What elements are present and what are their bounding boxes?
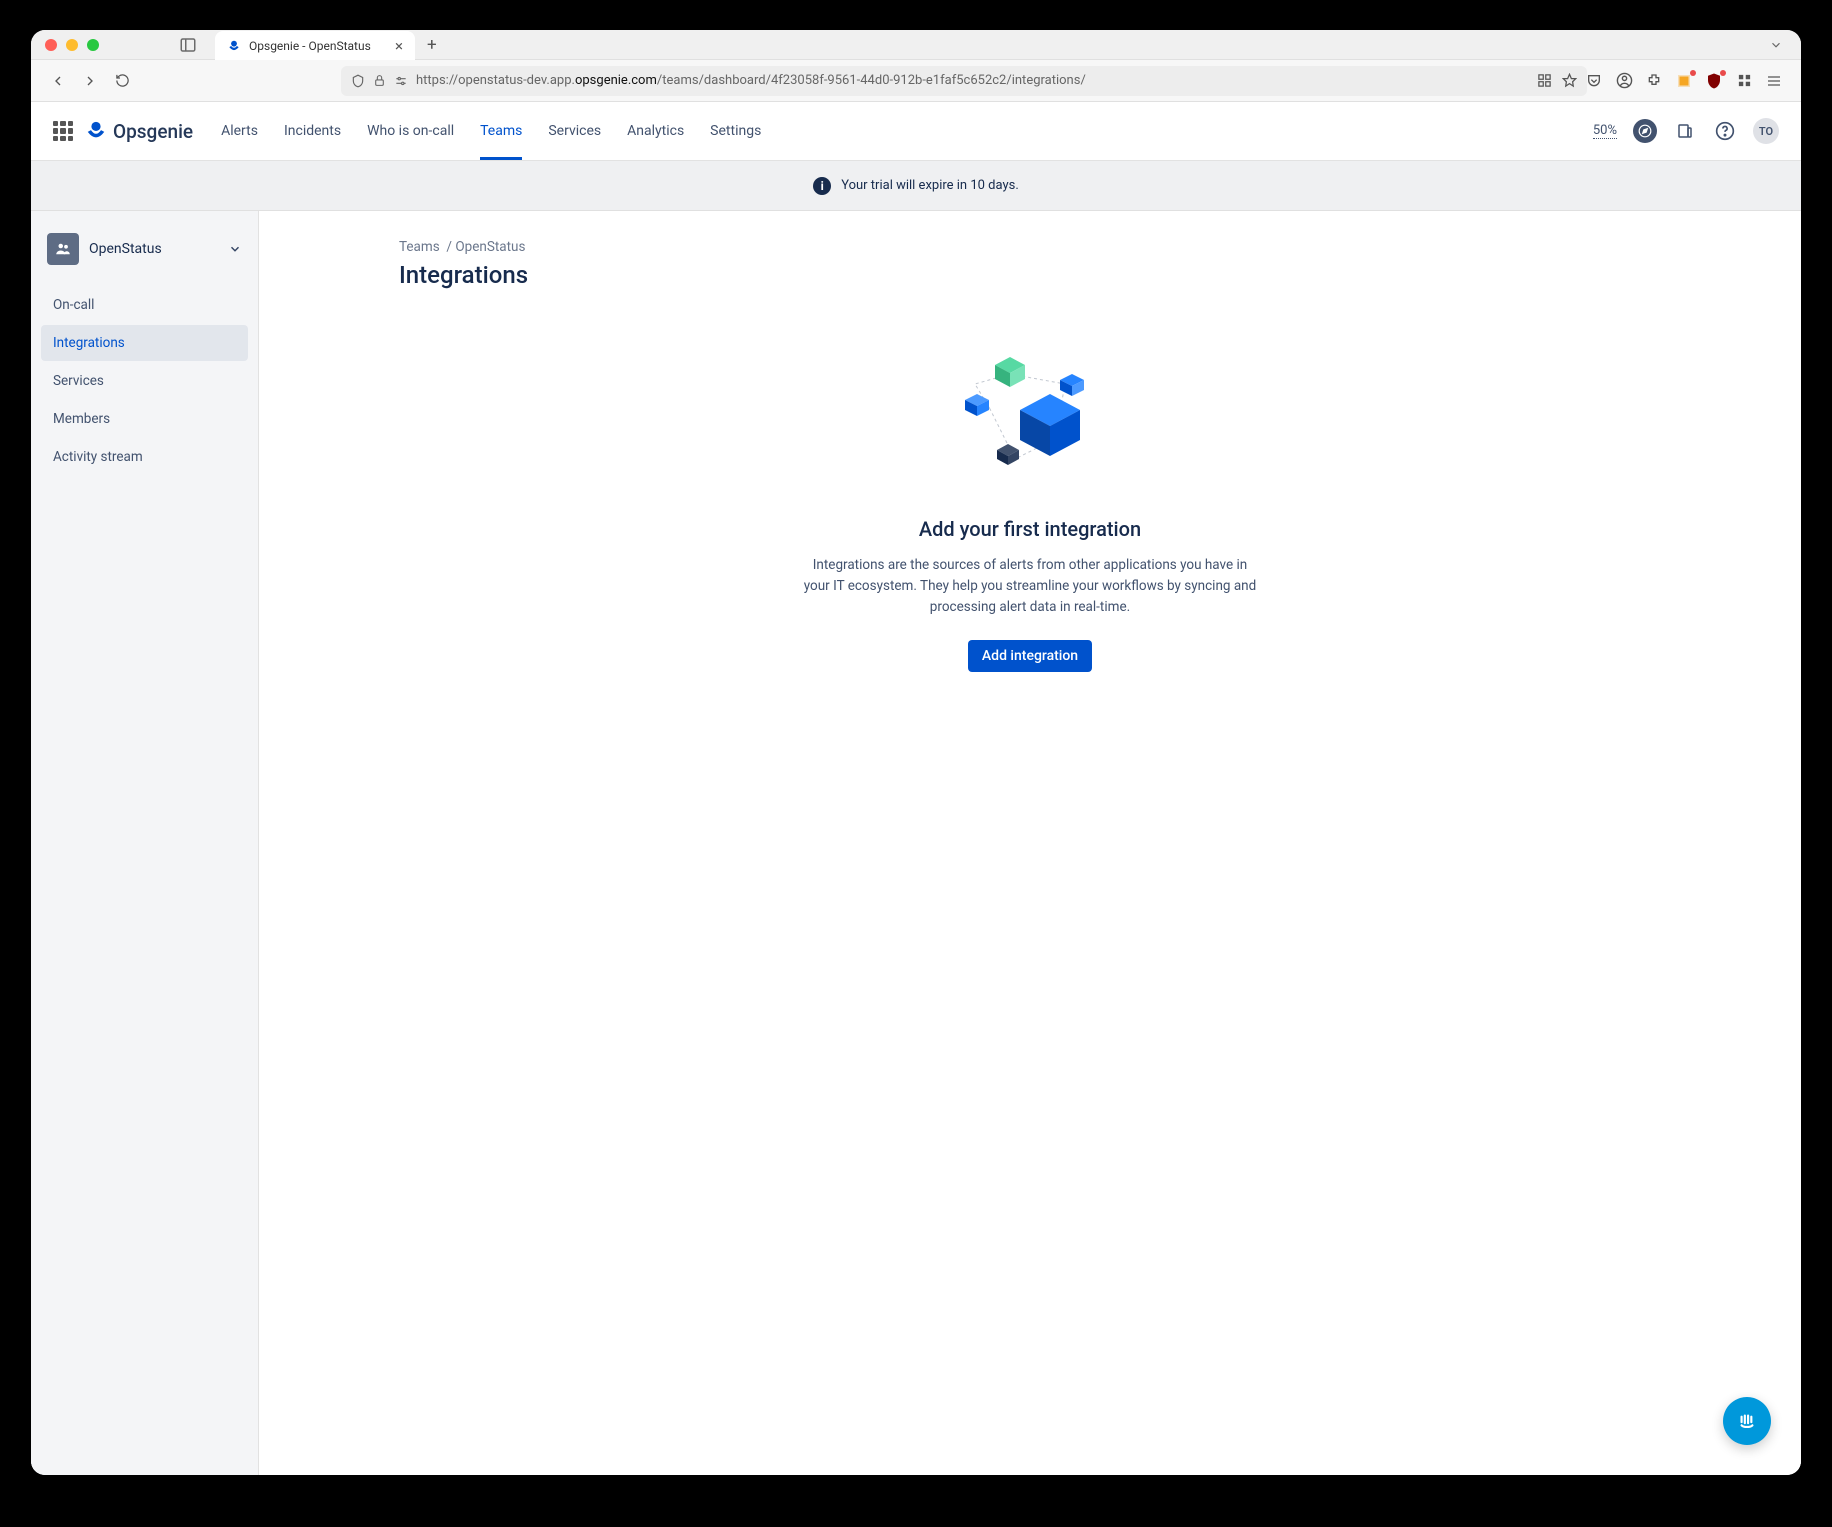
reload-button[interactable] <box>109 68 135 94</box>
team-switcher[interactable]: OpenStatus <box>41 227 248 271</box>
breadcrumb: Teams / OpenStatus <box>399 239 1661 255</box>
trial-banner: i Your trial will expire in 10 days. <box>31 161 1801 211</box>
apps-grid-icon[interactable] <box>1735 72 1753 90</box>
nav-incidents[interactable]: Incidents <box>284 102 341 160</box>
qr-icon[interactable] <box>1537 73 1552 88</box>
sidebar-services[interactable]: Services <box>41 363 248 399</box>
intercom-launcher[interactable] <box>1723 1397 1771 1445</box>
opsgenie-logo-icon <box>85 120 107 142</box>
user-avatar[interactable]: TO <box>1753 118 1779 144</box>
url-text: https://openstatus-dev.app.opsgenie.com/… <box>416 73 1086 88</box>
main-content: Teams / OpenStatus Integrations <box>259 211 1801 1475</box>
nav-who-is-on-call[interactable]: Who is on-call <box>367 102 454 160</box>
setup-progress[interactable]: 50% <box>1593 123 1617 139</box>
extensions-icon[interactable] <box>1645 72 1663 90</box>
nav-services[interactable]: Services <box>548 102 601 160</box>
opsgenie-logo[interactable]: Opsgenie <box>85 120 193 143</box>
close-tab-icon[interactable]: × <box>395 37 403 55</box>
top-nav: Alerts Incidents Who is on-call Teams Se… <box>221 102 761 160</box>
minimize-window-icon[interactable] <box>66 39 78 51</box>
forward-button[interactable] <box>77 68 103 94</box>
back-button[interactable] <box>45 68 71 94</box>
breadcrumb-team-name[interactable]: OpenStatus <box>455 239 525 255</box>
chevron-down-icon <box>228 242 242 256</box>
product-name: Opsgenie <box>113 120 193 143</box>
shield-icon <box>351 74 365 88</box>
extension-1-icon[interactable] <box>1675 72 1693 90</box>
nav-settings[interactable]: Settings <box>710 102 761 160</box>
integrations-illustration-icon <box>945 339 1115 489</box>
lock-icon <box>373 74 386 87</box>
breadcrumb-teams[interactable]: Teams <box>399 239 440 255</box>
whats-new-icon[interactable] <box>1673 119 1697 143</box>
nav-alerts[interactable]: Alerts <box>221 102 258 160</box>
tab-title: Opsgenie - OpenStatus <box>249 39 371 53</box>
sidebar-activity-stream[interactable]: Activity stream <box>41 439 248 475</box>
nav-teams[interactable]: Teams <box>480 102 522 160</box>
hamburger-menu-icon[interactable] <box>1765 72 1783 90</box>
sidebar-members[interactable]: Members <box>41 401 248 437</box>
sidebar-integrations[interactable]: Integrations <box>41 325 248 361</box>
settings-toggle-icon <box>394 74 408 88</box>
window-controls[interactable] <box>45 39 99 51</box>
team-icon <box>47 233 79 265</box>
maximize-window-icon[interactable] <box>87 39 99 51</box>
account-icon[interactable] <box>1615 72 1633 90</box>
app-header: Opsgenie Alerts Incidents Who is on-call… <box>31 102 1801 161</box>
empty-heading: Add your first integration <box>919 517 1141 541</box>
help-icon[interactable] <box>1713 119 1737 143</box>
team-sidebar: OpenStatus On-call Integrations Services… <box>31 211 259 1475</box>
sidebar-on-call[interactable]: On-call <box>41 287 248 323</box>
browser-tab-bar: Opsgenie - OpenStatus × + <box>31 30 1801 60</box>
nav-analytics[interactable]: Analytics <box>627 102 684 160</box>
close-window-icon[interactable] <box>45 39 57 51</box>
browser-toolbar: https://openstatus-dev.app.opsgenie.com/… <box>31 60 1801 102</box>
compass-icon[interactable] <box>1633 119 1657 143</box>
new-tab-button[interactable]: + <box>427 35 437 55</box>
empty-state: Add your first integration Integrations … <box>399 339 1661 672</box>
info-icon: i <box>813 177 831 195</box>
intercom-icon <box>1734 1408 1760 1434</box>
team-name: OpenStatus <box>89 241 218 257</box>
empty-body: Integrations are the sources of alerts f… <box>800 555 1260 618</box>
page-title: Integrations <box>399 261 1661 289</box>
add-integration-button[interactable]: Add integration <box>968 640 1092 672</box>
app-switcher-icon[interactable] <box>53 121 73 141</box>
sidebar-toggle-icon[interactable] <box>179 36 197 54</box>
tabs-overflow-icon[interactable] <box>1769 38 1783 52</box>
bookmark-star-icon[interactable] <box>1562 73 1577 88</box>
browser-tab[interactable]: Opsgenie - OpenStatus × <box>215 31 415 61</box>
pocket-icon[interactable] <box>1585 72 1603 90</box>
address-bar[interactable]: https://openstatus-dev.app.opsgenie.com/… <box>341 66 1587 96</box>
ublock-icon[interactable] <box>1705 72 1723 90</box>
opsgenie-favicon-icon <box>227 39 241 53</box>
banner-text: Your trial will expire in 10 days. <box>841 178 1019 193</box>
